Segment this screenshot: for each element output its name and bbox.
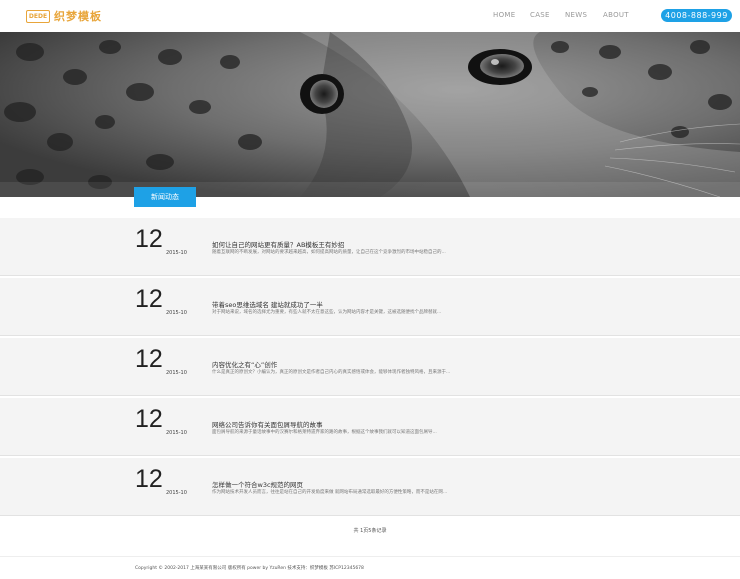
news-title[interactable]: 如何让自己的网站更有质量？AB模板王有妙招 [212,239,344,249]
news-year-month: 2015-10 [166,490,187,496]
news-item[interactable]: 12 2015-10 带着seo思维选域名 建站就成功了一半 对于网站来说，域名… [0,278,740,336]
news-title[interactable]: 网络公司告诉你有关面包屑导航的故事 [212,419,323,429]
news-item[interactable]: 12 2015-10 网络公司告诉你有关面包屑导航的故事 面包屑导航的来源于童话… [0,398,740,456]
news-day: 12 [135,405,163,433]
news-summary: 随着互联网的不断发展，对网站的要求越来越高，如何提高网站的质量，让自己在这个竞争… [212,250,446,255]
news-day: 12 [135,285,163,313]
phone-button[interactable]: 4008-888-999 [661,9,732,22]
news-summary: 作为网站技术开发人员而言，往往是站在自己的开发角度来做 就网站布局通常选取最好的… [212,490,448,495]
footer-copyright: Copyright © 2002-2017 上海某某有限公司 版权所有 powe… [135,566,364,571]
nav-home[interactable]: HOME [493,11,515,19]
nav-news[interactable]: NEWS [565,11,587,19]
news-title[interactable]: 内容优化之有“心”创作 [212,359,277,369]
news-year-month: 2015-10 [166,370,187,376]
news-item[interactable]: 12 2015-10 如何让自己的网站更有质量？AB模板王有妙招 随着互联网的不… [0,218,740,276]
news-summary: 什么是真正的原创文？小编认为，真正的原创文是作者自己内心的真实感悟或体会，能够体… [212,370,451,375]
news-title[interactable]: 怎样做一个符合w3c规范的网页 [212,479,303,489]
banner-image [0,32,740,197]
footer-divider [0,556,740,557]
pagination-info: 共 1页5条记录 [353,528,387,534]
news-item[interactable]: 12 2015-10 怎样做一个符合w3c规范的网页 作为网站技术开发人员而言，… [0,458,740,516]
section-tab-news[interactable]: 新闻动态 [134,187,196,207]
news-title[interactable]: 带着seo思维选域名 建站就成功了一半 [212,299,323,309]
news-year-month: 2015-10 [166,310,187,316]
nav-case[interactable]: CASE [530,11,550,19]
leopard-banner-graphic [0,32,740,197]
news-item[interactable]: 12 2015-10 内容优化之有“心”创作 什么是真正的原创文？小编认为，真正… [0,338,740,396]
nav-about[interactable]: ABOUT [603,11,629,19]
news-day: 12 [135,345,163,373]
main-nav: HOME CASE NEWS ABOUT [0,11,740,23]
news-summary: 对于网站来说，域名的选择尤为重要，有些人就不太在意这些，认为网站内容才是关键，这… [212,310,442,315]
news-day: 12 [135,225,163,253]
site-header: DEDE 织梦模板 HOME CASE NEWS ABOUT 4008-888-… [0,0,740,32]
news-summary: 面包屑导航的来源于童话故事中的汉赛尔和格莱特遗弃家的路的故事，根据这个故事我们就… [212,430,437,435]
news-year-month: 2015-10 [166,250,187,256]
news-year-month: 2015-10 [166,430,187,436]
news-day: 12 [135,465,163,493]
